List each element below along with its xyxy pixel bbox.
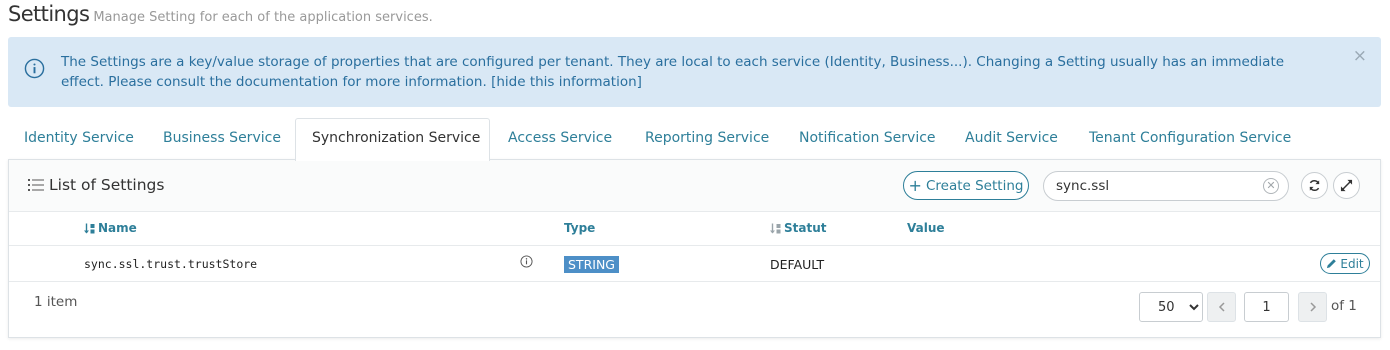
hide-info-link[interactable]: [hide this information] xyxy=(491,74,642,90)
page-number-input[interactable] xyxy=(1244,292,1289,322)
sort-icon xyxy=(770,223,781,233)
settings-panel: List of Settings + Create Setting ✕ xyxy=(8,159,1381,338)
pencil-icon xyxy=(1327,259,1337,269)
tab-notification-service[interactable]: Notification Service xyxy=(799,118,936,160)
refresh-icon xyxy=(1309,179,1320,192)
panel-title: List of Settings xyxy=(49,176,165,194)
tab-synchronization-service[interactable]: Synchronization Service xyxy=(295,118,490,161)
expand-icon xyxy=(1340,179,1353,192)
clear-search-icon[interactable]: ✕ xyxy=(1263,178,1279,194)
column-header-statut[interactable]: Statut xyxy=(770,221,827,235)
page-title: Settings xyxy=(8,2,90,26)
page-subtitle: Manage Setting for each of the applicati… xyxy=(93,10,433,25)
panel-header: List of Settings + Create Setting ✕ xyxy=(9,160,1380,212)
tab-tenant-configuration-service[interactable]: Tenant Configuration Service xyxy=(1089,118,1291,160)
page-header: Settings Manage Setting for each of the … xyxy=(8,2,433,32)
column-header-type[interactable]: Type xyxy=(564,221,595,235)
next-page-button[interactable] xyxy=(1298,292,1327,322)
tab-identity-service[interactable]: Identity Service xyxy=(24,118,134,160)
refresh-button[interactable] xyxy=(1301,172,1328,199)
list-icon xyxy=(28,179,44,191)
create-setting-button[interactable]: + Create Setting xyxy=(903,171,1029,200)
info-message: The Settings are a key/value storage of … xyxy=(61,54,1285,90)
chevron-left-icon xyxy=(1218,302,1225,312)
sort-icon xyxy=(84,223,95,233)
column-label-type: Type xyxy=(564,221,596,235)
column-label-name: Name xyxy=(98,221,137,235)
setting-name: sync.ssl.trust.trustStore xyxy=(84,257,258,271)
type-badge: STRING xyxy=(564,256,619,273)
service-tabs: Identity Service Business Service Synchr… xyxy=(8,118,1382,161)
item-count: 1 item xyxy=(34,294,78,310)
search-box: ✕ xyxy=(1043,171,1289,201)
close-icon[interactable]: × xyxy=(1353,48,1367,65)
tab-audit-service[interactable]: Audit Service xyxy=(965,118,1058,160)
edit-button[interactable]: Edit xyxy=(1320,253,1370,274)
plus-icon: + xyxy=(908,175,922,195)
tab-access-service[interactable]: Access Service xyxy=(508,118,612,160)
column-header-name[interactable]: Name xyxy=(84,221,137,235)
info-text: The Settings are a key/value storage of … xyxy=(61,52,1331,92)
search-input[interactable] xyxy=(1056,177,1256,195)
expand-button[interactable] xyxy=(1333,172,1360,199)
previous-page-button[interactable] xyxy=(1207,292,1236,322)
tab-business-service[interactable]: Business Service xyxy=(163,118,281,160)
edit-label: Edit xyxy=(1340,256,1364,271)
column-label-statut: Statut xyxy=(784,221,827,235)
total-pages-label: of 1 xyxy=(1331,298,1357,314)
info-icon xyxy=(24,58,45,79)
tab-reporting-service[interactable]: Reporting Service xyxy=(645,118,769,160)
column-header-value[interactable]: Value xyxy=(907,221,945,235)
info-icon[interactable] xyxy=(520,255,533,268)
chevron-right-icon xyxy=(1309,302,1316,312)
column-label-value: Value xyxy=(907,221,945,235)
page-size-select[interactable]: 50 xyxy=(1139,292,1203,322)
info-banner: The Settings are a key/value storage of … xyxy=(8,37,1381,107)
setting-status: DEFAULT xyxy=(770,257,825,272)
table-row: sync.ssl.trust.trustStore STRING DEFAULT… xyxy=(9,246,1380,282)
create-setting-label: Create Setting xyxy=(925,177,1024,194)
